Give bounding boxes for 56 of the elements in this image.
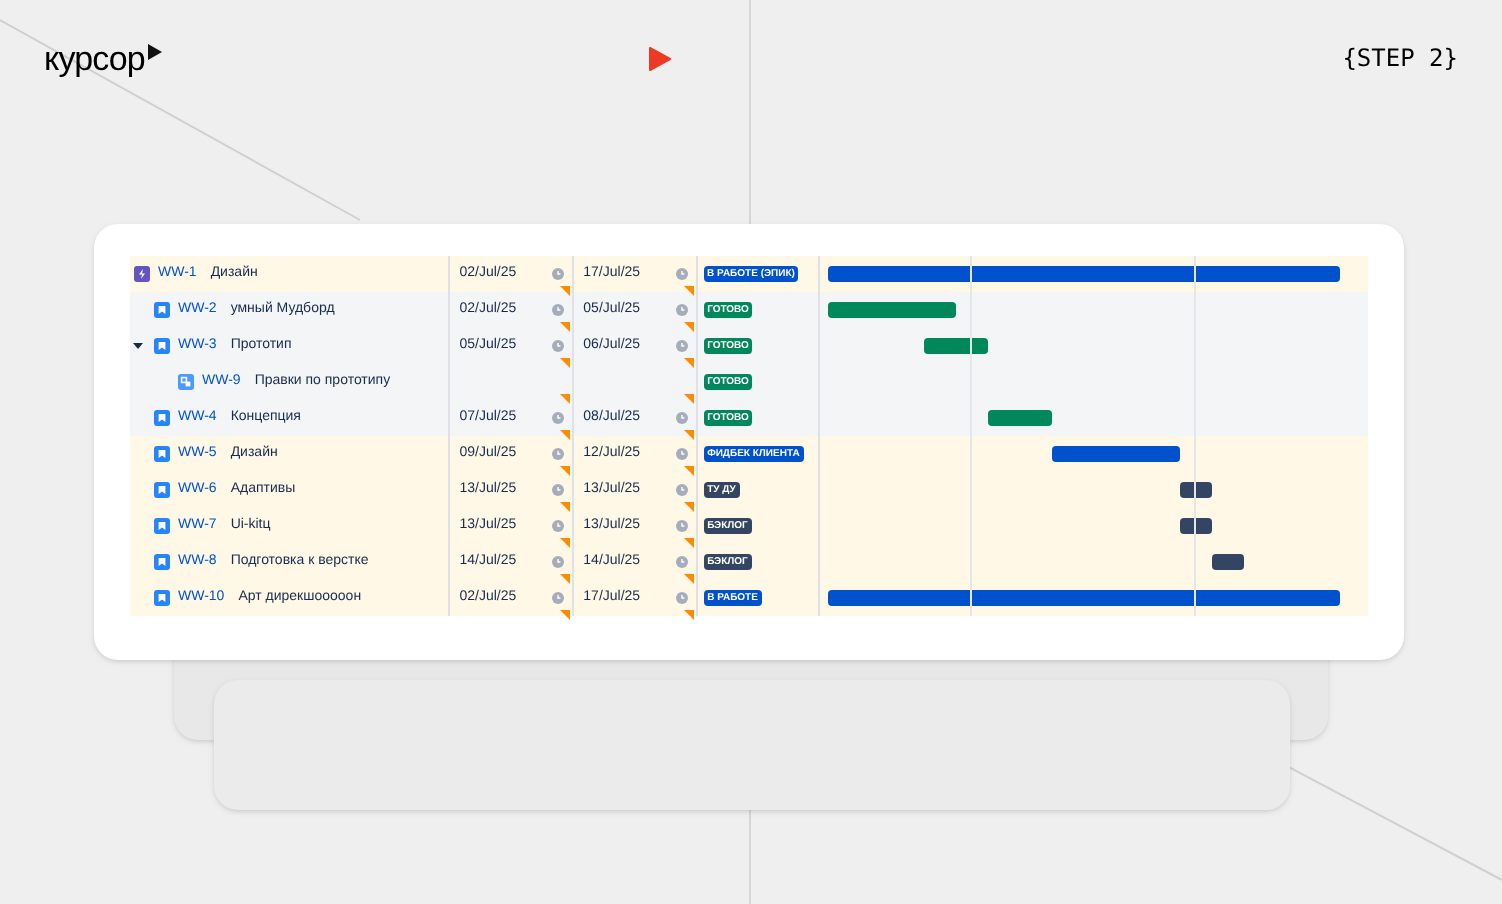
corner-marker-icon bbox=[559, 574, 570, 584]
corner-marker-icon bbox=[683, 358, 694, 368]
corner-marker-icon bbox=[683, 466, 694, 476]
clock-icon bbox=[675, 448, 688, 460]
corner-marker-icon bbox=[559, 394, 570, 404]
caret-icon[interactable] bbox=[132, 340, 144, 352]
clock-icon bbox=[675, 592, 688, 604]
corner-marker-icon bbox=[683, 574, 694, 584]
corner-marker-icon bbox=[683, 322, 694, 332]
lightning-icon bbox=[134, 266, 150, 282]
corner-marker-icon bbox=[559, 430, 570, 440]
clock-icon bbox=[675, 340, 688, 352]
bookmark-icon bbox=[154, 590, 170, 606]
clock-icon bbox=[551, 448, 564, 460]
gantt-bar[interactable] bbox=[1180, 518, 1213, 534]
clock-icon bbox=[551, 556, 564, 568]
corner-marker-icon bbox=[559, 610, 570, 620]
clock-icon bbox=[675, 412, 688, 424]
gantt-bar[interactable] bbox=[1180, 482, 1213, 498]
corner-marker-icon bbox=[559, 322, 570, 332]
corner-marker-icon bbox=[683, 610, 694, 620]
step-label: {STEP 2} bbox=[1340, 42, 1458, 76]
clock-icon bbox=[551, 268, 564, 280]
clock-icon bbox=[551, 304, 564, 316]
corner-marker-icon bbox=[559, 538, 570, 548]
clock-icon bbox=[675, 484, 688, 496]
bookmark-icon bbox=[154, 446, 170, 462]
clock-icon bbox=[675, 304, 688, 316]
corner-marker-icon bbox=[683, 394, 694, 404]
corner-marker-icon bbox=[683, 502, 694, 512]
gantt-bar[interactable] bbox=[1212, 554, 1245, 570]
clock-icon bbox=[551, 340, 564, 352]
play-icon bbox=[648, 45, 673, 71]
bookmark-icon bbox=[154, 518, 170, 534]
subtask-icon bbox=[178, 374, 194, 390]
clock-icon bbox=[675, 520, 688, 532]
bookmark-icon bbox=[154, 554, 170, 570]
corner-marker-icon bbox=[559, 358, 570, 368]
bookmark-icon bbox=[154, 302, 170, 318]
clock-icon bbox=[675, 268, 688, 280]
clock-icon bbox=[551, 412, 564, 424]
corner-marker-icon bbox=[683, 286, 694, 296]
bookmark-icon bbox=[154, 482, 170, 498]
bookmark-icon bbox=[154, 338, 170, 354]
corner-marker-icon bbox=[683, 430, 694, 440]
corner-marker-icon bbox=[683, 538, 694, 548]
clock-icon bbox=[551, 592, 564, 604]
bookmark-icon bbox=[154, 410, 170, 426]
clock-icon bbox=[551, 520, 564, 532]
logo-text: курсор bbox=[44, 41, 145, 75]
corner-marker-icon bbox=[559, 502, 570, 512]
clock-icon bbox=[551, 484, 564, 496]
clock-icon bbox=[675, 556, 688, 568]
triangle-icon bbox=[148, 43, 163, 59]
corner-marker-icon bbox=[559, 466, 570, 476]
corner-marker-icon bbox=[559, 286, 570, 296]
